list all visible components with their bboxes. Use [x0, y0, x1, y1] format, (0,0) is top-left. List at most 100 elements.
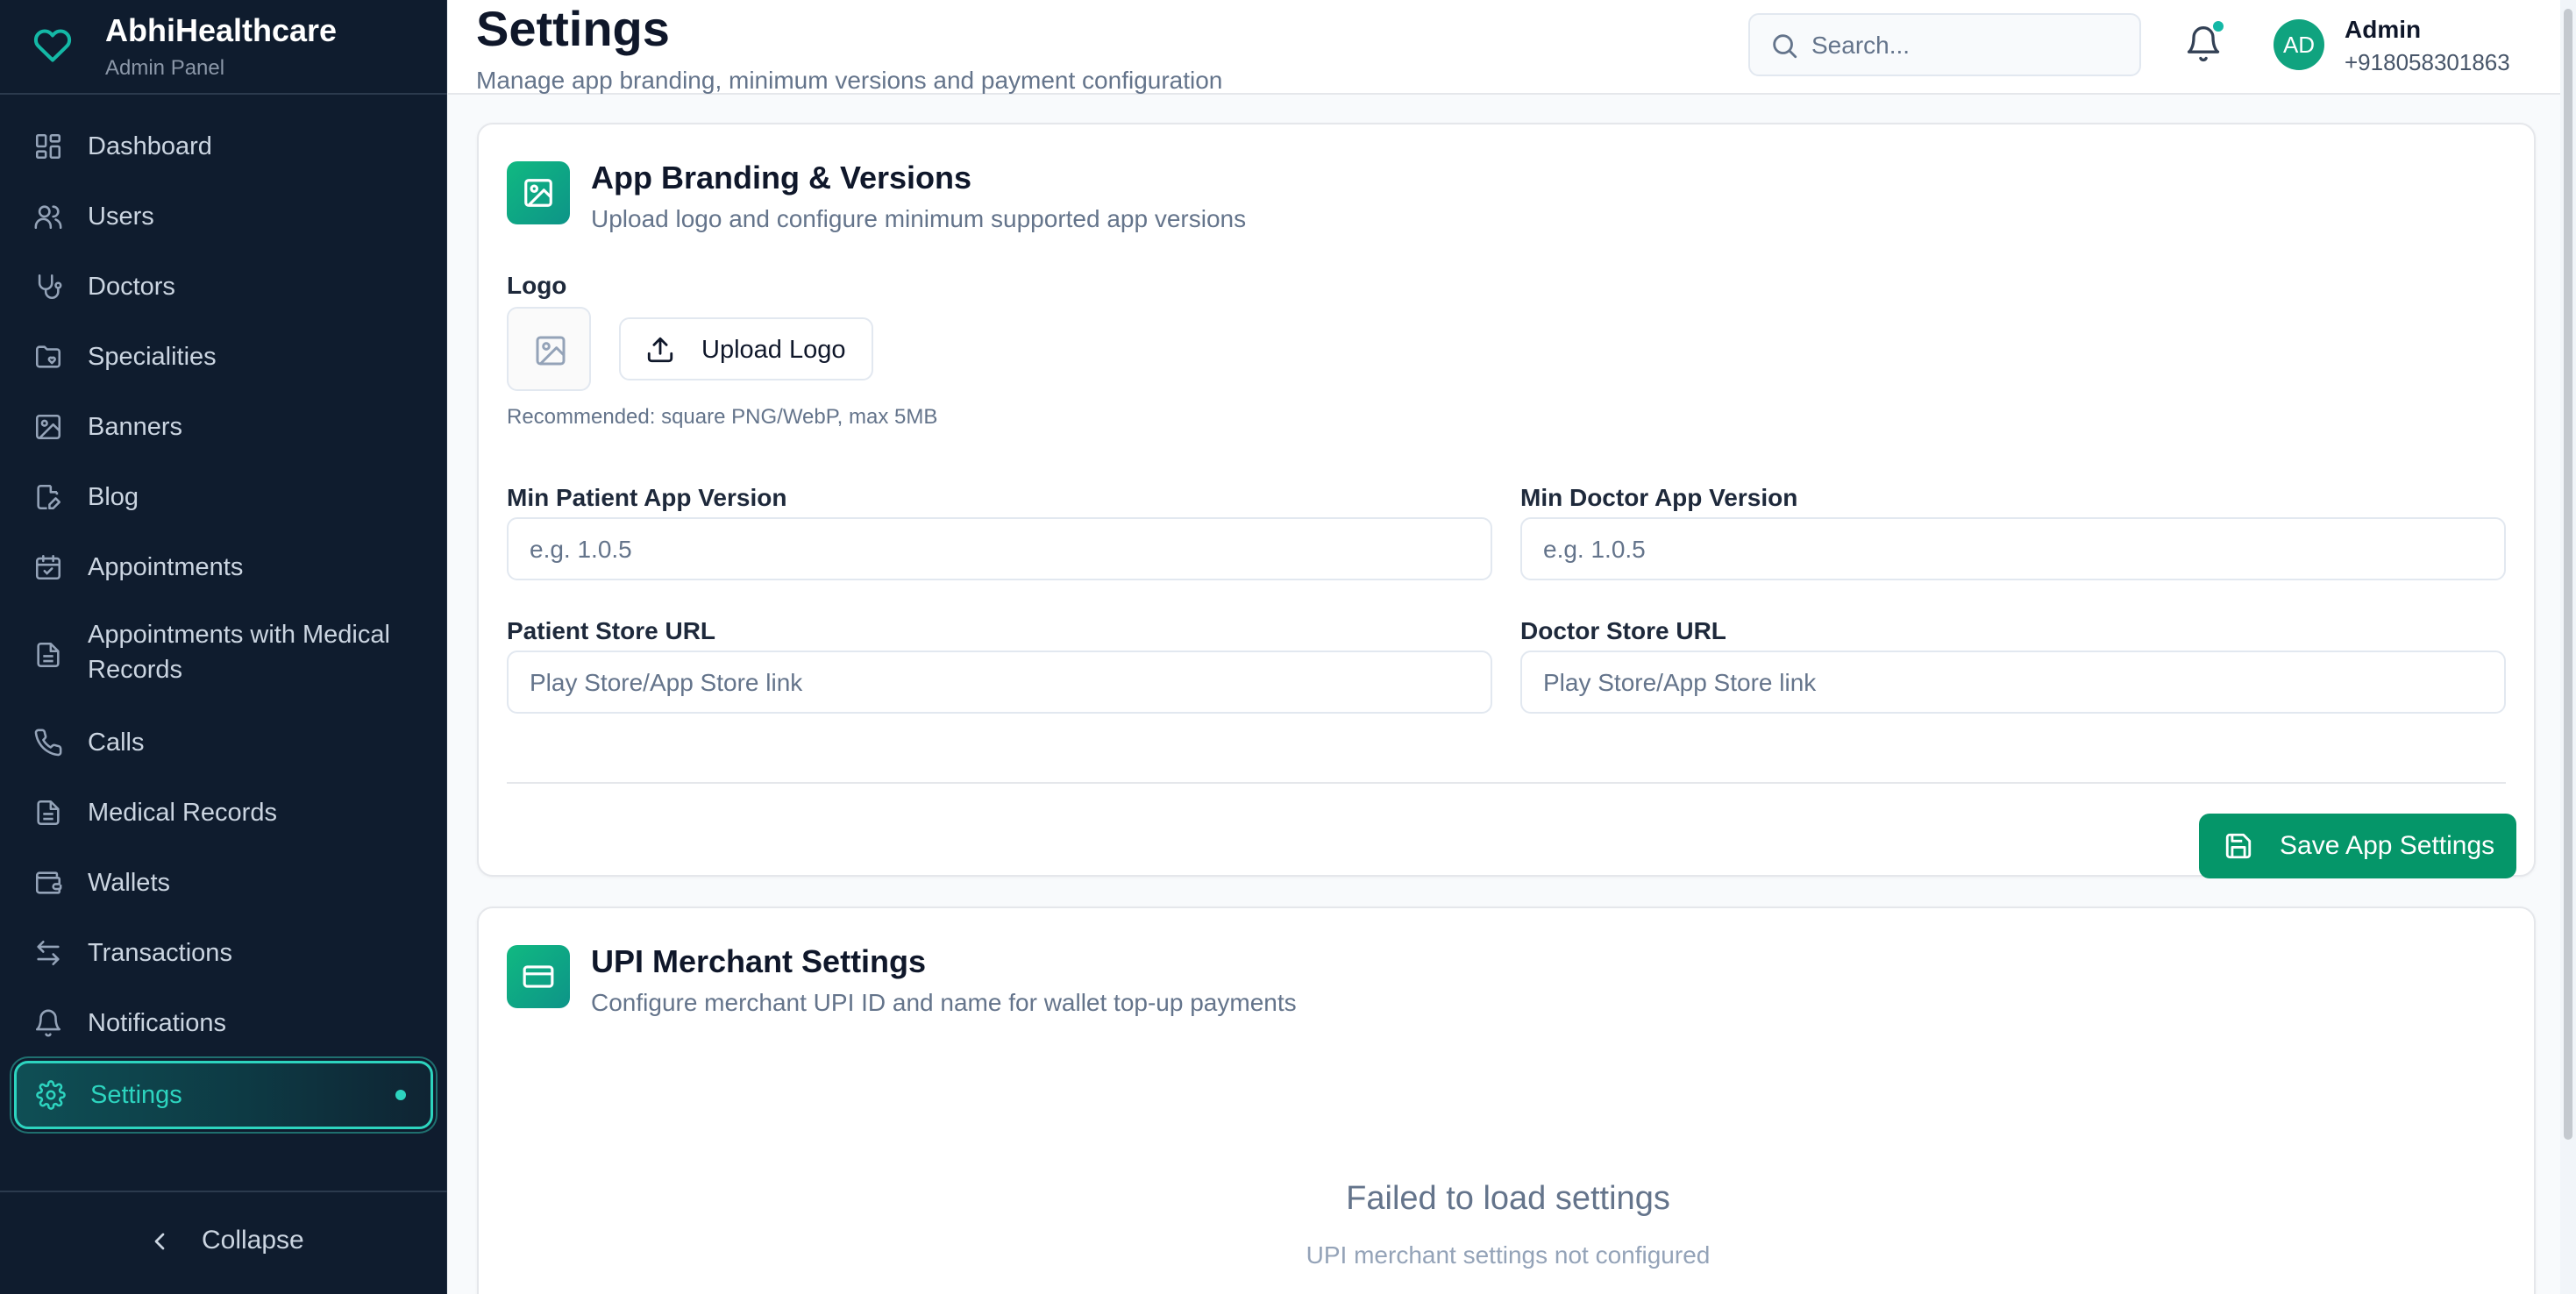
file-text-icon — [37, 800, 60, 826]
bell-icon — [35, 1009, 61, 1037]
sidebar-item-label: Transactions — [88, 939, 232, 967]
search-input[interactable] — [1811, 27, 2127, 64]
sidebar-item-label: Appointments with Medical Records — [88, 621, 390, 684]
sidebar-item-label: Calls — [88, 729, 145, 757]
sidebar-item-specialities[interactable]: Specialities — [14, 326, 433, 387]
error-subtitle: UPI merchant settings not configured — [1306, 1241, 1711, 1269]
error-title: Failed to load settings — [1346, 1180, 1670, 1217]
sidebar-item-label: Appointments — [88, 553, 244, 581]
sidebar-item-users[interactable]: Users — [14, 186, 433, 247]
heart-icon — [33, 29, 72, 62]
main-content: App Branding & Versions Upload logo and … — [448, 96, 2552, 1294]
brand: AbhiHealthcare Admin Panel — [0, 0, 447, 95]
card-subtitle: Upload logo and configure minimum suppor… — [591, 205, 1247, 232]
file-text-icon — [37, 642, 60, 668]
upload-logo-label: Upload Logo — [701, 336, 846, 364]
image-placeholder-icon — [536, 336, 566, 366]
save-app-settings-button[interactable]: Save App Settings — [2199, 814, 2516, 878]
sidebar-item-label: Blog — [88, 483, 139, 511]
users-icon — [34, 205, 62, 230]
min-doctor-version-input[interactable] — [1543, 531, 2481, 568]
folder-heart-icon — [35, 345, 61, 368]
collapse-button[interactable]: Collapse — [0, 1191, 447, 1294]
app-branding-card: App Branding & Versions Upload logo and … — [477, 123, 2536, 878]
stethoscope-icon — [38, 274, 62, 299]
credit-card-icon — [523, 965, 554, 988]
sidebar-item-label: Settings — [90, 1081, 182, 1109]
avatar[interactable]: AD — [2274, 19, 2324, 70]
sidebar-item-label: Notifications — [88, 1009, 226, 1037]
page-subtitle: Manage app branding, minimum versions an… — [476, 67, 1223, 94]
page-title: Settings — [476, 1, 670, 56]
sidebar: AbhiHealthcare Admin Panel Dashboard Use… — [0, 0, 447, 1294]
top-header: Settings Manage app branding, minimum ve… — [448, 0, 2576, 95]
upi-merchant-card: UPI Merchant Settings Configure merchant… — [477, 907, 2536, 1294]
card-payment-icon — [507, 945, 570, 1008]
logo-preview — [507, 307, 591, 391]
patient-store-url-input[interactable] — [530, 665, 1468, 701]
chevron-left-icon — [154, 1233, 165, 1250]
brand-subtitle: Admin Panel — [105, 56, 225, 80]
edit-file-icon — [37, 484, 61, 510]
save-icon — [2225, 833, 2252, 859]
arrows-left-right-icon — [37, 940, 60, 966]
scrollbar-thumb[interactable] — [2564, 9, 2572, 1140]
search-box[interactable] — [1748, 13, 2141, 76]
card-title: App Branding & Versions — [591, 160, 972, 196]
sidebar-item-settings[interactable]: Settings — [14, 1061, 433, 1129]
sidebar-item-label: Banners — [88, 413, 183, 441]
min-patient-version-field[interactable] — [507, 517, 1492, 580]
card-subtitle: Configure merchant UPI ID and name for w… — [591, 989, 1297, 1016]
sidebar-item-label: Specialities — [88, 343, 217, 371]
sidebar-item-label: Medical Records — [88, 799, 277, 827]
image-icon — [524, 179, 552, 207]
sidebar-item-transactions[interactable]: Transactions — [14, 922, 433, 984]
sidebar-item-label: Doctors — [88, 273, 175, 301]
sidebar-item-label: Dashboard — [88, 132, 212, 160]
brand-title: AbhiHealthcare — [105, 12, 338, 48]
image-icon — [35, 414, 61, 440]
card-title: UPI Merchant Settings — [591, 943, 927, 979]
doctor-store-url-label: Doctor Store URL — [1520, 617, 1726, 644]
sidebar-item-blog[interactable]: Blog — [14, 466, 433, 528]
upload-icon — [647, 337, 673, 363]
min-doctor-version-label: Min Doctor App Version — [1520, 484, 1798, 511]
min-doctor-version-field[interactable] — [1520, 517, 2506, 580]
sidebar-item-medical-records[interactable]: Medical Records — [14, 782, 433, 843]
sidebar-item-label: Wallets — [88, 869, 170, 897]
active-indicator-dot — [395, 1090, 406, 1100]
sidebar-item-wallets[interactable]: Wallets — [14, 852, 433, 914]
upload-logo-button[interactable]: Upload Logo — [619, 317, 873, 380]
phone-icon — [34, 729, 62, 757]
logo-hint: Recommended: square PNG/WebP, max 5MB — [507, 405, 938, 429]
doctor-store-url-input[interactable] — [1543, 665, 2481, 701]
min-patient-version-input[interactable] — [530, 531, 1468, 568]
sidebar-item-label: Users — [88, 203, 154, 231]
sidebar-item-appointments[interactable]: Appointments — [14, 537, 433, 598]
calendar-check-icon — [35, 554, 61, 580]
sidebar-item-calls[interactable]: Calls — [14, 712, 433, 773]
collapse-label: Collapse — [202, 1226, 304, 1255]
logo-label: Logo — [507, 272, 567, 299]
wallet-icon — [35, 871, 62, 894]
divider — [507, 782, 2506, 784]
patient-store-url-field[interactable] — [507, 651, 1492, 714]
notification-badge — [2211, 19, 2225, 33]
sidebar-item-notifications[interactable]: Notifications — [14, 992, 433, 1054]
dashboard-icon — [35, 133, 61, 160]
card-image-icon — [507, 161, 570, 224]
doctor-store-url-field[interactable] — [1520, 651, 2506, 714]
patient-store-url-label: Patient Store URL — [507, 617, 716, 644]
save-app-settings-label: Save App Settings — [2280, 831, 2495, 860]
sidebar-item-appointments-medical-records[interactable]: Appointments with Medical Records — [14, 615, 433, 694]
sidebar-item-banners[interactable]: Banners — [14, 396, 433, 458]
app-window: AbhiHealthcare Admin Panel Dashboard Use… — [0, 0, 2576, 1294]
user-phone: +918058301863 — [2345, 49, 2510, 75]
sidebar-item-dashboard[interactable]: Dashboard — [14, 116, 433, 177]
search-icon — [1773, 34, 1797, 59]
min-patient-version-label: Min Patient App Version — [507, 484, 787, 511]
user-name: Admin — [2345, 16, 2422, 43]
sidebar-item-doctors[interactable]: Doctors — [14, 256, 433, 317]
gear-icon — [36, 1080, 66, 1110]
page-scrollbar[interactable] — [2560, 0, 2576, 1294]
